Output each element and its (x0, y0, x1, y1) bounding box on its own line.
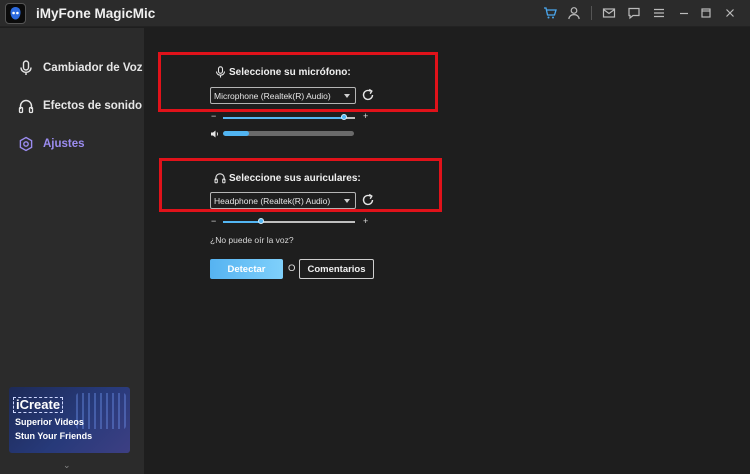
user-icon[interactable] (566, 5, 582, 21)
titlebar-divider (591, 6, 592, 20)
promo-banner[interactable]: iCreate Superior Videos Stun Your Friend… (9, 387, 130, 453)
maximize-icon[interactable] (698, 5, 714, 21)
title-bar: iMyFone MagicMic (0, 0, 750, 27)
mail-icon[interactable] (601, 5, 617, 21)
microphone-select-value: Microphone (Realtek(R) Audio) (214, 90, 331, 101)
speaker-icon (211, 130, 218, 138)
chevron-down-icon (344, 94, 350, 98)
chevron-down-icon[interactable]: ⌄ (63, 460, 71, 471)
close-icon[interactable] (722, 5, 738, 21)
sidebar-item-label: Ajustes (43, 138, 85, 150)
headphones-icon (18, 98, 34, 114)
settings-panel: Seleccione su micrófono: Microphone (Rea… (144, 28, 750, 474)
sidebar-item-settings[interactable]: Ajustes (18, 134, 85, 154)
settings-icon (18, 136, 34, 152)
promo-brand: iCreate (13, 397, 64, 413)
headphones-label-text: Seleccione sus auriculares: (229, 172, 361, 184)
promo-line-2: Stun Your Friends (15, 431, 93, 441)
sidebar-item-label: Efectos de sonido (43, 100, 143, 112)
microphone-icon (18, 60, 34, 76)
microphone-level-fill (223, 131, 250, 136)
sidebar-item-voice-changer[interactable]: Cambiador de Voz (18, 58, 142, 78)
microphone-select[interactable]: Microphone (Realtek(R) Audio) (210, 87, 356, 104)
app-logo-icon (5, 3, 26, 24)
sidebar-item-sound-effects[interactable]: Efectos de sonido (18, 96, 142, 116)
detect-button[interactable]: Detectar (210, 259, 283, 279)
headphones-volume-minus[interactable]: − (211, 216, 216, 226)
refresh-icon[interactable] (361, 88, 375, 102)
microphone-label-text: Seleccione su micrófono: (229, 66, 351, 78)
headphones-section-label: Seleccione sus auriculares: (214, 172, 361, 184)
promo-line-1: Superior Videos (15, 417, 84, 427)
headphones-icon (214, 172, 226, 184)
microphone-icon (214, 66, 226, 78)
chat-icon[interactable] (626, 5, 642, 21)
cart-icon[interactable] (542, 5, 558, 21)
feedback-button[interactable]: Comentarios (299, 259, 374, 279)
headphones-volume-fill (223, 221, 261, 223)
or-separator: O (288, 263, 296, 274)
microphone-level-meter (223, 131, 354, 136)
refresh-icon[interactable] (361, 193, 375, 207)
sidebar: Cambiador de Voz Efectos de sonido Ajust… (0, 28, 144, 474)
microphone-volume-fill (223, 117, 344, 119)
sidebar-item-label: Cambiador de Voz (43, 62, 143, 74)
settings-icon[interactable] (651, 5, 667, 21)
headphones-select[interactable]: Headphone (Realtek(R) Audio) (210, 192, 356, 209)
microphone-volume-thumb[interactable] (341, 114, 347, 120)
headphones-volume-plus[interactable]: + (363, 216, 368, 226)
minimize-icon[interactable] (676, 5, 692, 21)
app-title: iMyFone MagicMic (36, 6, 156, 21)
chevron-down-icon (344, 199, 350, 203)
cant-hear-voice-text: ¿No puede oír la voz? (210, 235, 294, 245)
microphone-section-label: Seleccione su micrófono: (214, 66, 351, 78)
microphone-volume-plus[interactable]: + (363, 111, 368, 121)
microphone-volume-minus[interactable]: − (211, 111, 216, 121)
headphones-volume-thumb[interactable] (258, 218, 264, 224)
headphones-select-value: Headphone (Realtek(R) Audio) (214, 195, 331, 206)
